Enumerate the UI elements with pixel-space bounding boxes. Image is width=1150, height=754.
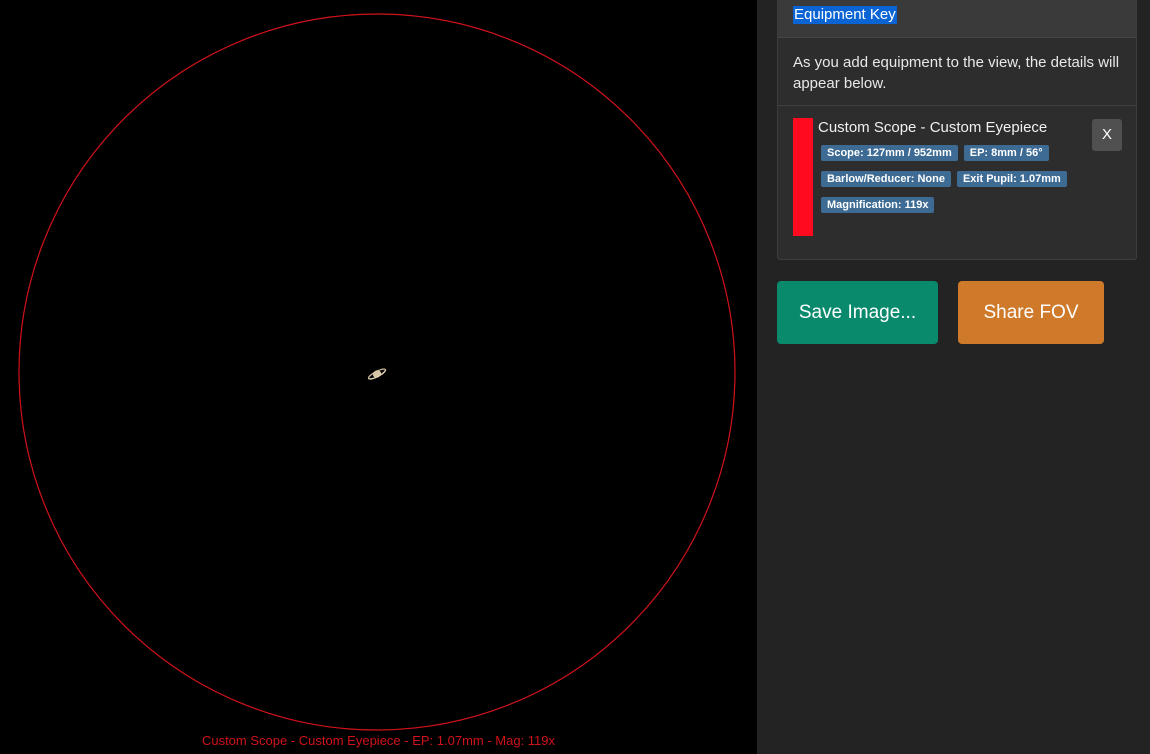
share-fov-button[interactable]: Share FOV bbox=[958, 281, 1104, 344]
fov-view[interactable]: Custom Scope - Custom Eyepiece - EP: 1.0… bbox=[0, 0, 757, 754]
fov-caption: Custom Scope - Custom Eyepiece - EP: 1.0… bbox=[201, 733, 556, 748]
remove-equipment-button[interactable]: X bbox=[1092, 119, 1122, 151]
saturn-icon bbox=[367, 368, 387, 380]
tag-eyepiece: EP: 8mm / 56° bbox=[963, 145, 1049, 161]
equipment-item: Custom Scope - Custom Eyepiece Scope: 12… bbox=[778, 106, 1136, 246]
tag-scope: Scope: 127mm / 952mm bbox=[821, 145, 958, 161]
fov-canvas bbox=[18, 13, 736, 731]
tag-magnification: Magnification: 119x bbox=[821, 197, 935, 213]
equipment-key-panel: Equipment Key As you add equipment to th… bbox=[777, 0, 1137, 260]
equipment-key-intro: As you add equipment to the view, the de… bbox=[778, 38, 1136, 106]
app-root: Custom Scope - Custom Eyepiece - EP: 1.0… bbox=[0, 0, 1150, 754]
tag-barlow: Barlow/Reducer: None bbox=[821, 171, 951, 187]
equipment-name: Custom Scope - Custom Eyepiece bbox=[818, 119, 1048, 136]
equipment-color-swatch bbox=[793, 118, 813, 236]
equipment-key-header: Equipment Key bbox=[778, 0, 1136, 38]
sidebar: Equipment Key As you add equipment to th… bbox=[757, 0, 1150, 754]
equipment-tags: Scope: 127mm / 952mm EP: 8mm / 56° Barlow/… bbox=[821, 143, 1083, 221]
equipment-key-title: Equipment Key bbox=[793, 6, 897, 24]
tag-exit-pupil: Exit Pupil: 1.07mm bbox=[956, 171, 1067, 187]
save-image-button[interactable]: Save Image... bbox=[777, 281, 938, 344]
